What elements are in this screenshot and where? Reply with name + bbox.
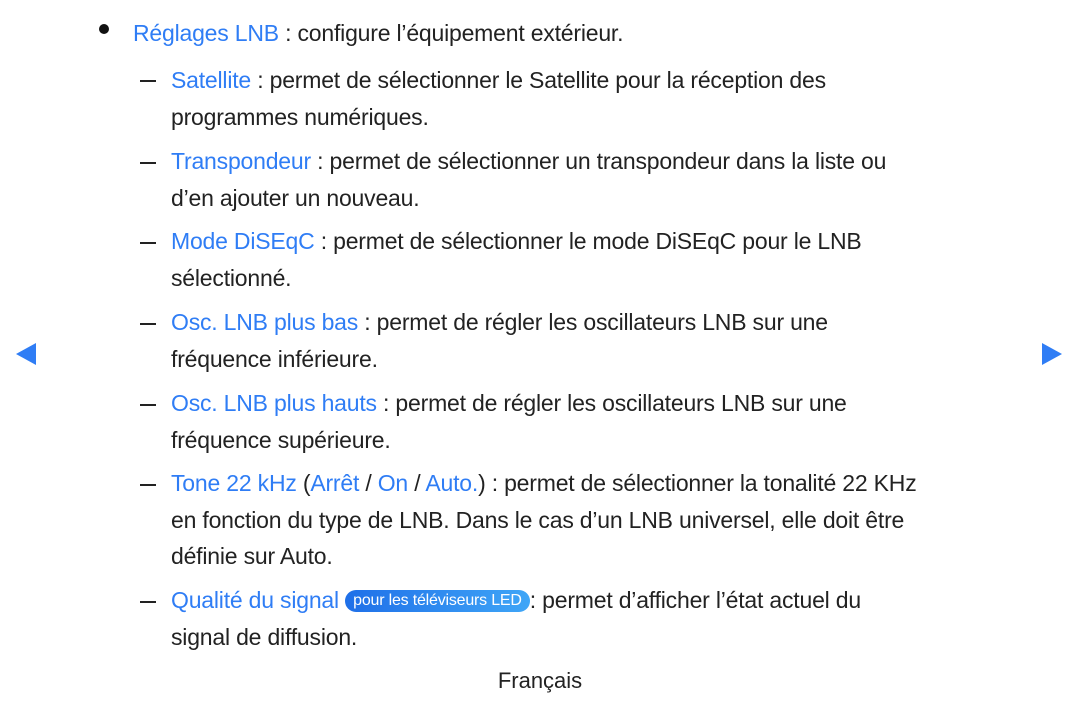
option-arret: Arrêt bbox=[310, 470, 360, 496]
desc: : permet de sélectionner le Satellite po… bbox=[251, 67, 826, 93]
term: Tone 22 kHz bbox=[171, 470, 297, 496]
desc: : permet de sélectionner le mode DiSEqC … bbox=[314, 228, 862, 254]
dash-icon bbox=[140, 80, 156, 82]
term: Mode DiSEqC bbox=[171, 228, 315, 254]
main-item: Réglages LNB : configure l’équipement ex… bbox=[133, 18, 624, 48]
bullet-icon bbox=[99, 24, 109, 34]
desc: : permet de régler les oscillateurs LNB … bbox=[358, 309, 828, 335]
dash-icon bbox=[140, 484, 156, 486]
desc-cont: définie sur Auto. bbox=[171, 543, 333, 569]
term: Qualité du signal bbox=[171, 587, 339, 613]
desc: : permet de régler les oscillateurs LNB … bbox=[376, 390, 847, 416]
term: Osc. LNB plus hauts bbox=[171, 390, 377, 416]
desc-cont: fréquence supérieure. bbox=[171, 427, 391, 453]
desc-cont: en fonction du type de LNB. Dans le cas … bbox=[171, 507, 905, 533]
footer-language: Français bbox=[497, 668, 583, 693]
sub-item-tone: Tone 22 kHz (Arrêt / On / Auto.) : perme… bbox=[171, 470, 917, 496]
term: Réglages LNB bbox=[133, 20, 279, 46]
led-tv-badge: pour les téléviseurs LED bbox=[345, 590, 530, 612]
desc-cont: fréquence inférieure. bbox=[171, 346, 378, 372]
triangle-right-icon[interactable] bbox=[1042, 343, 1062, 365]
desc-cont: sélectionné. bbox=[171, 265, 292, 291]
sub-item-mode-diseqc: Mode DiSEqC : permet de sélectionner le … bbox=[171, 226, 862, 256]
dash-icon bbox=[140, 323, 156, 325]
sub-item-qualite: Qualité du signal pour les téléviseurs L… bbox=[171, 585, 861, 615]
desc: : configure l’équipement extérieur. bbox=[278, 20, 624, 46]
desc: ) : permet de sélectionner la tonalité 2… bbox=[478, 470, 917, 496]
option-on: On bbox=[377, 470, 409, 496]
sub-item-osc-bas: Osc. LNB plus bas : permet de régler les… bbox=[171, 307, 828, 337]
desc-cont: d’en ajouter un nouveau. bbox=[171, 185, 420, 211]
desc-cont: signal de diffusion. bbox=[171, 624, 358, 650]
desc: : permet de sélectionner un transpondeur… bbox=[310, 148, 887, 174]
term: Osc. LNB plus bas bbox=[171, 309, 359, 335]
option-auto: Auto. bbox=[425, 470, 479, 496]
desc-cont: programmes numériques. bbox=[171, 104, 429, 130]
dash-icon bbox=[140, 242, 156, 244]
sub-item-satellite: Satellite : permet de sélectionner le Sa… bbox=[171, 65, 826, 95]
dash-icon bbox=[140, 162, 156, 164]
term: Satellite bbox=[171, 67, 252, 93]
desc: : permet d’afficher l’état actuel du bbox=[529, 587, 861, 613]
term: Transpondeur bbox=[171, 148, 311, 174]
sub-item-transpondeur: Transpondeur : permet de sélectionner un… bbox=[171, 146, 886, 176]
dash-icon bbox=[140, 404, 156, 406]
triangle-left-icon[interactable] bbox=[16, 343, 36, 365]
sub-item-osc-hauts: Osc. LNB plus hauts : permet de régler l… bbox=[171, 388, 847, 418]
dash-icon bbox=[140, 601, 156, 603]
